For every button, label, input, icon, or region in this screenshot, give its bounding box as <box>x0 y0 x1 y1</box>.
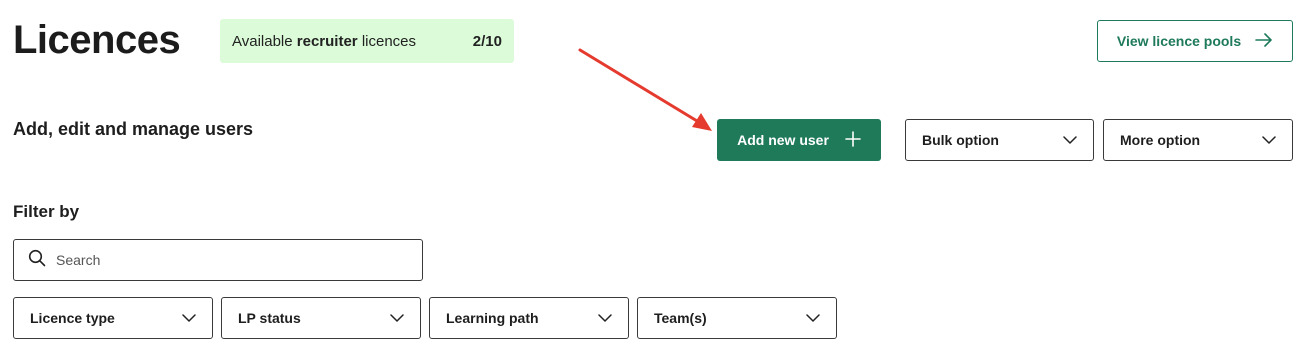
chevron-down-icon <box>390 314 404 322</box>
teams-filter-label: Team(s) <box>654 310 707 326</box>
licence-availability-badge: Available recruiter licences 2/10 <box>220 19 514 63</box>
badge-lead-text: Available <box>232 32 297 50</box>
chevron-down-icon <box>1262 136 1276 144</box>
chevron-down-icon <box>182 314 196 322</box>
bulk-option-label: Bulk option <box>922 132 999 148</box>
view-licence-pools-button[interactable]: View licence pools <box>1097 20 1293 62</box>
filter-title: Filter by <box>13 202 80 221</box>
plus-icon <box>845 130 861 150</box>
learning-path-filter-label: Learning path <box>446 310 539 326</box>
chevron-down-icon <box>1063 136 1077 144</box>
view-licence-pools-label: View licence pools <box>1116 33 1242 49</box>
licence-type-filter[interactable]: Licence type <box>13 297 213 339</box>
section-title: Add, edit and manage users <box>13 119 254 139</box>
badge-licence-kind: recruiter <box>296 32 358 50</box>
lp-status-filter[interactable]: LP status <box>221 297 421 339</box>
bulk-option-dropdown[interactable]: Bulk option <box>905 119 1094 161</box>
page-title: Licences <box>13 18 181 62</box>
add-new-user-button[interactable]: Add new user <box>717 119 881 161</box>
more-option-label: More option <box>1120 132 1201 148</box>
search-field[interactable] <box>13 239 423 281</box>
add-new-user-label: Add new user <box>737 132 829 148</box>
search-icon <box>28 249 46 272</box>
chevron-down-icon <box>598 314 612 322</box>
arrow-right-icon <box>1255 32 1273 51</box>
lp-status-filter-label: LP status <box>238 310 301 326</box>
badge-licence-count: 2/10 <box>472 32 502 50</box>
teams-filter[interactable]: Team(s) <box>637 297 837 339</box>
search-input[interactable] <box>56 252 396 268</box>
badge-tail-text: licences <box>357 32 417 50</box>
chevron-down-icon <box>806 314 820 322</box>
learning-path-filter[interactable]: Learning path <box>429 297 629 339</box>
licence-type-filter-label: Licence type <box>30 310 115 326</box>
more-option-dropdown[interactable]: More option <box>1103 119 1293 161</box>
